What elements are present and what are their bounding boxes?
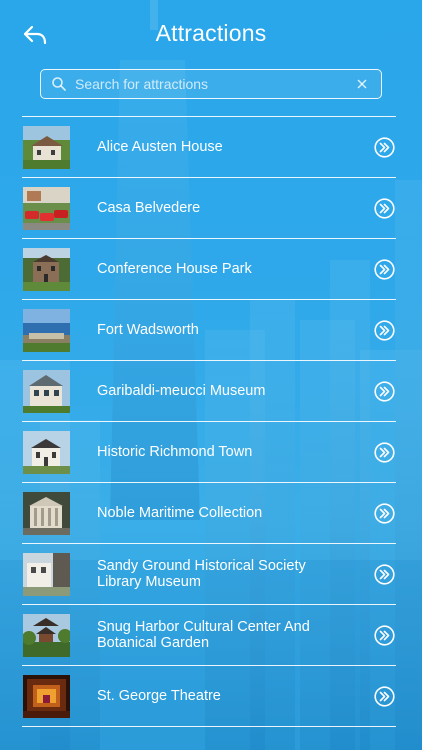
list-item[interactable]: Casa Belvedere <box>22 178 396 239</box>
double-chevron-right-icon[interactable] <box>374 503 395 524</box>
double-chevron-right-icon[interactable] <box>374 686 395 707</box>
double-chevron-right-icon[interactable] <box>374 625 395 646</box>
list-item[interactable]: Fort Wadsworth <box>22 300 396 361</box>
header-bar: Attractions <box>0 0 422 64</box>
attraction-name: Historic Richmond Town <box>97 444 253 460</box>
search-input[interactable] <box>75 73 345 95</box>
attraction-thumbnail <box>23 675 70 718</box>
attraction-thumbnail <box>23 553 70 596</box>
attraction-name: Noble Maritime Collection <box>97 505 263 521</box>
list-item[interactable]: St. George Theatre <box>22 666 396 727</box>
attraction-thumbnail <box>23 248 70 291</box>
double-chevron-right-icon[interactable] <box>374 381 395 402</box>
attraction-name: Alice Austen House <box>97 139 223 155</box>
attraction-thumbnail <box>23 126 70 169</box>
list-item[interactable]: Snug Harbor Cultural Center And Botanica… <box>22 605 396 666</box>
search-bar[interactable] <box>40 69 382 99</box>
attraction-thumbnail <box>23 614 70 657</box>
double-chevron-right-icon[interactable] <box>374 320 395 341</box>
double-chevron-right-icon[interactable] <box>374 259 395 280</box>
attraction-name: Garibaldi-meucci Museum <box>97 383 266 399</box>
list-item[interactable]: Alice Austen House <box>22 117 396 178</box>
attraction-name: Fort Wadsworth <box>97 322 199 338</box>
double-chevron-right-icon[interactable] <box>374 198 395 219</box>
double-chevron-right-icon[interactable] <box>374 564 395 585</box>
double-chevron-right-icon[interactable] <box>374 442 395 463</box>
attraction-name: Conference House Park <box>97 261 252 277</box>
attraction-thumbnail <box>23 309 70 352</box>
search-icon <box>52 77 66 91</box>
list-item[interactable]: Conference House Park <box>22 239 396 300</box>
attraction-thumbnail <box>23 492 70 535</box>
close-icon[interactable] <box>355 77 369 91</box>
attraction-thumbnail <box>23 187 70 230</box>
double-chevron-right-icon[interactable] <box>374 137 395 158</box>
attraction-name: Snug Harbor Cultural Center And Botanica… <box>97 619 310 651</box>
attraction-name: Sandy Ground Historical Society Library … <box>97 558 306 590</box>
attraction-name: St. George Theatre <box>97 688 221 704</box>
attractions-list: Alice Austen House Casa Belvedere Confer… <box>22 116 396 727</box>
attraction-name: Casa Belvedere <box>97 200 201 216</box>
page-title: Attractions <box>155 20 267 46</box>
attraction-thumbnail <box>23 370 70 413</box>
list-item[interactable]: Noble Maritime Collection <box>22 483 396 544</box>
list-item[interactable]: Historic Richmond Town <box>22 422 396 483</box>
list-item[interactable]: Sandy Ground Historical Society Library … <box>22 544 396 605</box>
list-item[interactable]: Garibaldi-meucci Museum <box>22 361 396 422</box>
attraction-thumbnail <box>23 431 70 474</box>
